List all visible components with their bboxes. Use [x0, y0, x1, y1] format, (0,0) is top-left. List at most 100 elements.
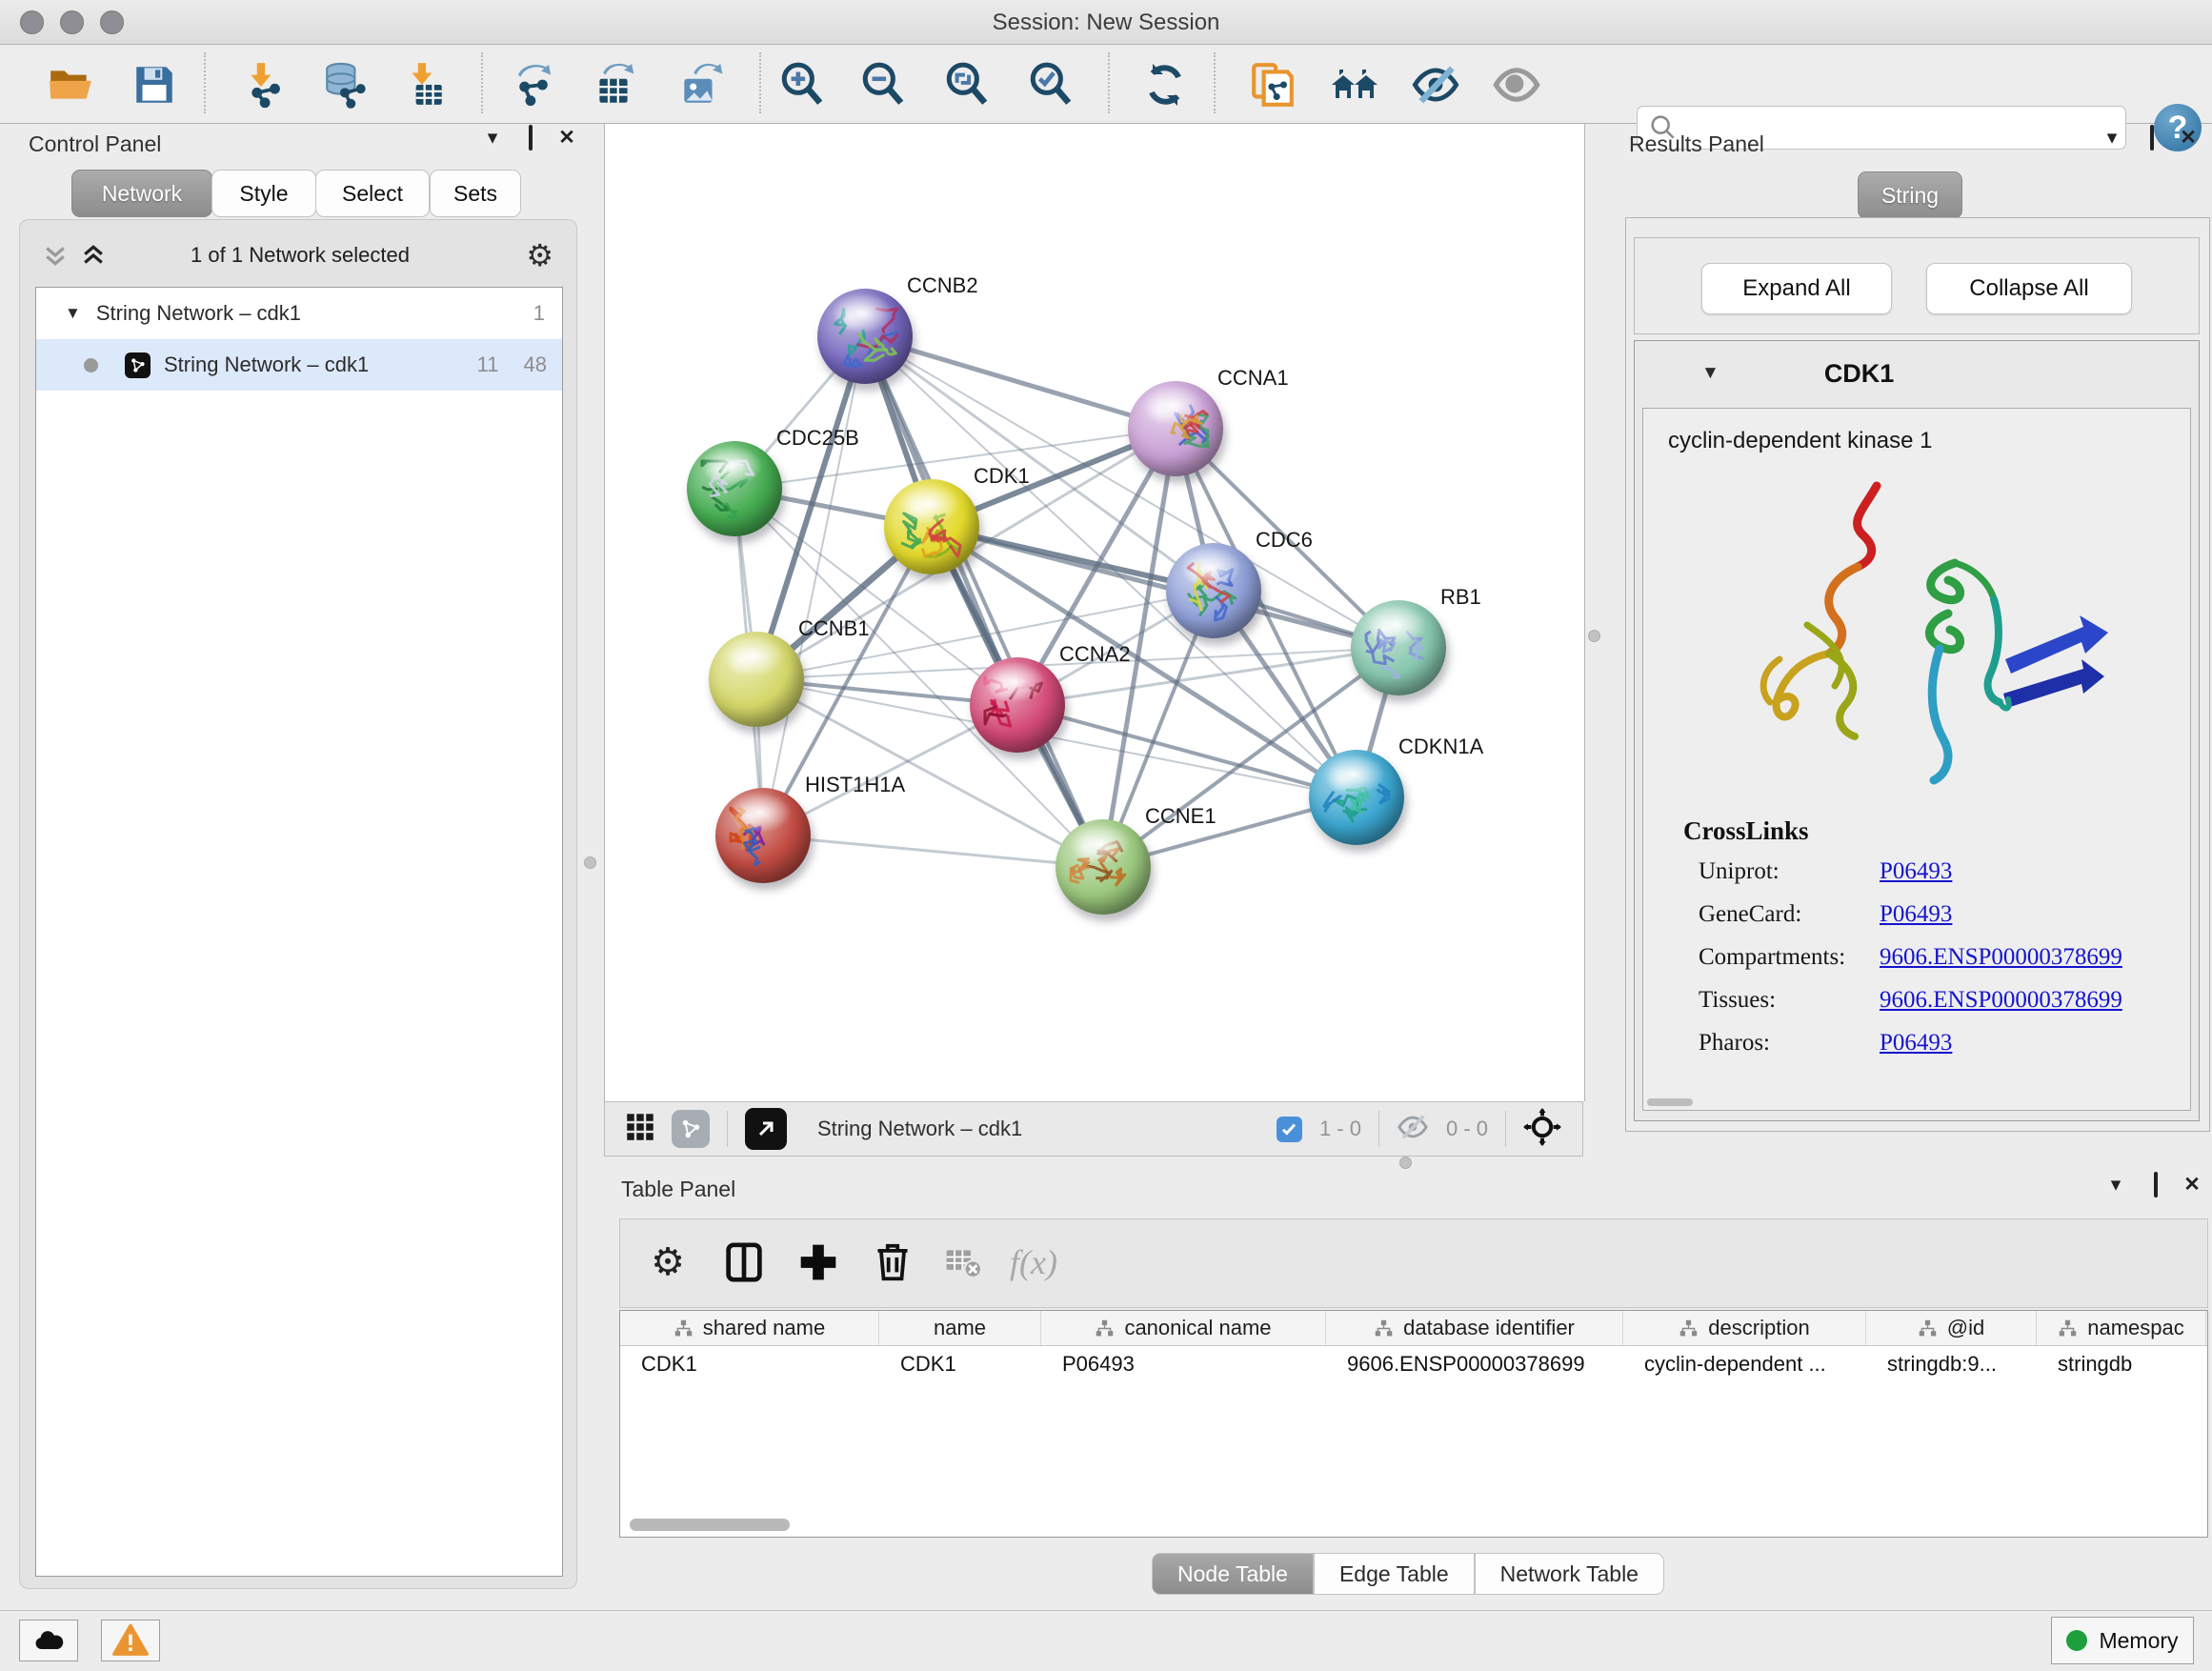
network-node-ccna2[interactable]	[970, 657, 1065, 753]
open-session-icon[interactable]	[46, 60, 95, 110]
show-all-icon[interactable]	[1492, 60, 1541, 110]
first-neighbors-icon[interactable]	[1330, 60, 1379, 110]
collapse-all-networks-icon[interactable]	[41, 241, 70, 274]
table-scrollbar-thumb[interactable]	[630, 1519, 790, 1531]
panel-float-icon[interactable]	[2136, 124, 2168, 152]
node-label: CCNA1	[1217, 366, 1289, 391]
expand-all-button[interactable]: Expand All	[1701, 263, 1892, 314]
table-cell: stringdb	[2037, 1352, 2206, 1377]
tab-network-table[interactable]: Network Table	[1475, 1553, 1664, 1595]
crosslink-link[interactable]: P06493	[1880, 901, 1952, 927]
pan-crosshair-icon[interactable]	[1523, 1108, 1561, 1151]
results-scrollbar-thumb[interactable]	[1647, 1098, 1693, 1106]
zoom-fit-icon[interactable]	[942, 60, 992, 110]
results-panel-title: Results Panel	[1629, 131, 1764, 157]
column-header-name[interactable]: name	[879, 1311, 1041, 1345]
import-table-file-icon[interactable]	[399, 60, 449, 110]
column-header-namespac[interactable]: namespac	[2037, 1311, 2206, 1345]
delete-column-icon[interactable]	[864, 1233, 921, 1292]
crosslink-link[interactable]: P06493	[1880, 858, 1952, 884]
tab-select[interactable]: Select	[315, 170, 430, 217]
open-in-window-icon[interactable]	[745, 1108, 787, 1150]
network-node-ccna1[interactable]	[1128, 381, 1223, 476]
panel-collapse-icon[interactable]: ▾	[476, 124, 509, 152]
memory-button[interactable]: Memory	[2051, 1617, 2194, 1664]
tab-sets[interactable]: Sets	[430, 170, 521, 217]
export-image-icon[interactable]	[675, 60, 725, 110]
delete-table-icon	[935, 1233, 992, 1292]
section-expander-icon[interactable]: ▼	[1701, 363, 1719, 384]
refresh-icon[interactable]	[1140, 60, 1190, 110]
crosslink-link[interactable]: P06493	[1880, 1030, 1952, 1056]
network-options-gear-icon[interactable]: ⚙	[526, 237, 553, 273]
panel-close-icon[interactable]: ✕	[2176, 1171, 2208, 1199]
export-network-icon[interactable]	[508, 60, 557, 110]
toolbar-separator	[759, 52, 761, 113]
collapse-all-button[interactable]: Collapse All	[1926, 263, 2132, 314]
clone-network-icon[interactable]	[1248, 60, 1297, 110]
hidden-nodes-edges-count: 0 - 0	[1446, 1117, 1488, 1141]
network-node-cdc6[interactable]	[1166, 543, 1261, 638]
import-network-file-icon[interactable]	[238, 60, 288, 110]
grid-view-icon[interactable]	[626, 1113, 654, 1146]
table-tabs: Node TableEdge TableNetwork Table	[604, 1553, 2212, 1595]
network-canvas[interactable]: CCNB2CCNA1CDC25BCDK1CDC6RB1CCNB1CCNA2CDK…	[604, 124, 1585, 1101]
column-header-database-identifier[interactable]: database identifier	[1326, 1311, 1623, 1345]
panel-collapse-icon[interactable]: ▾	[2096, 124, 2128, 152]
export-table-icon[interactable]	[589, 60, 638, 110]
zoom-out-icon[interactable]	[858, 60, 908, 110]
left-splitter-grip[interactable]	[584, 856, 596, 869]
network-node-cdkn1a[interactable]	[1309, 750, 1404, 845]
column-header-description[interactable]: description	[1623, 1311, 1866, 1345]
network-collection-row[interactable]: ▼ String Network – cdk1 1	[36, 288, 562, 339]
cloud-button[interactable]	[19, 1620, 78, 1661]
zoom-selected-icon[interactable]	[1026, 60, 1076, 110]
tree-expander-icon[interactable]: ▼	[65, 304, 81, 323]
warning-button[interactable]	[101, 1620, 160, 1661]
selected-checkbox-icon[interactable]	[1277, 1117, 1302, 1142]
crosslink-label: Pharos:	[1699, 1030, 1880, 1057]
expand-all-networks-icon[interactable]	[79, 241, 108, 274]
network-node-ccne1[interactable]	[1056, 819, 1151, 915]
crosslink-label: Compartments:	[1699, 944, 1880, 971]
crosslink-link[interactable]: 9606.ENSP00000378699	[1880, 944, 2122, 970]
tab-edge-table[interactable]: Edge Table	[1314, 1553, 1475, 1595]
main-toolbar: ?	[0, 45, 2212, 124]
network-node-hist1h1a[interactable]	[715, 788, 811, 883]
network-view-toolbar: String Network – cdk1 1 - 0 0 - 0	[604, 1101, 1583, 1157]
tab-string[interactable]: String	[1858, 171, 1962, 219]
cytoscape-window: Session: New Session	[0, 0, 2212, 1671]
network-node-ccnb2[interactable]	[817, 289, 913, 384]
tab-network[interactable]: Network	[71, 170, 212, 217]
network-node-cdc25b[interactable]	[687, 441, 782, 536]
panel-float-icon[interactable]	[2140, 1171, 2172, 1199]
network-overview-icon[interactable]	[672, 1110, 710, 1148]
table-row[interactable]: CDK1CDK1P064939606.ENSP00000378699cyclin…	[620, 1346, 2207, 1382]
save-session-icon[interactable]	[130, 60, 179, 110]
network-node-rb1[interactable]	[1351, 600, 1446, 695]
column-header-shared-name[interactable]: shared name	[620, 1311, 879, 1345]
panel-float-icon[interactable]	[514, 124, 547, 152]
panel-close-icon[interactable]: ✕	[2172, 124, 2204, 152]
network-node-ccnb1[interactable]	[709, 632, 804, 727]
crosslink-link[interactable]: 9606.ENSP00000378699	[1880, 987, 2122, 1013]
column-header-canonical-name[interactable]: canonical name	[1041, 1311, 1326, 1345]
tab-style[interactable]: Style	[211, 170, 316, 217]
zoom-in-icon[interactable]	[777, 60, 827, 110]
tab-node-table[interactable]: Node Table	[1152, 1553, 1314, 1595]
table-options-gear-icon[interactable]: ⚙	[639, 1233, 696, 1292]
network-node-cdk1[interactable]	[884, 479, 979, 574]
import-network-database-icon[interactable]	[320, 60, 370, 110]
show-columns-icon[interactable]	[715, 1233, 773, 1292]
node-label: CDKN1A	[1398, 735, 1483, 759]
add-column-icon[interactable]	[790, 1233, 847, 1292]
node-label: CDC25B	[776, 426, 859, 451]
right-splitter-grip[interactable]	[1588, 630, 1600, 642]
panel-collapse-icon[interactable]: ▾	[2100, 1171, 2132, 1199]
column-header-@id[interactable]: @id	[1866, 1311, 2037, 1345]
node-label: CCNA2	[1059, 642, 1131, 667]
hide-selected-icon[interactable]	[1411, 60, 1460, 110]
network-row[interactable]: String Network – cdk1 11 48	[36, 339, 562, 391]
toolbar-separator	[727, 1111, 728, 1147]
panel-close-icon[interactable]: ✕	[551, 124, 583, 152]
